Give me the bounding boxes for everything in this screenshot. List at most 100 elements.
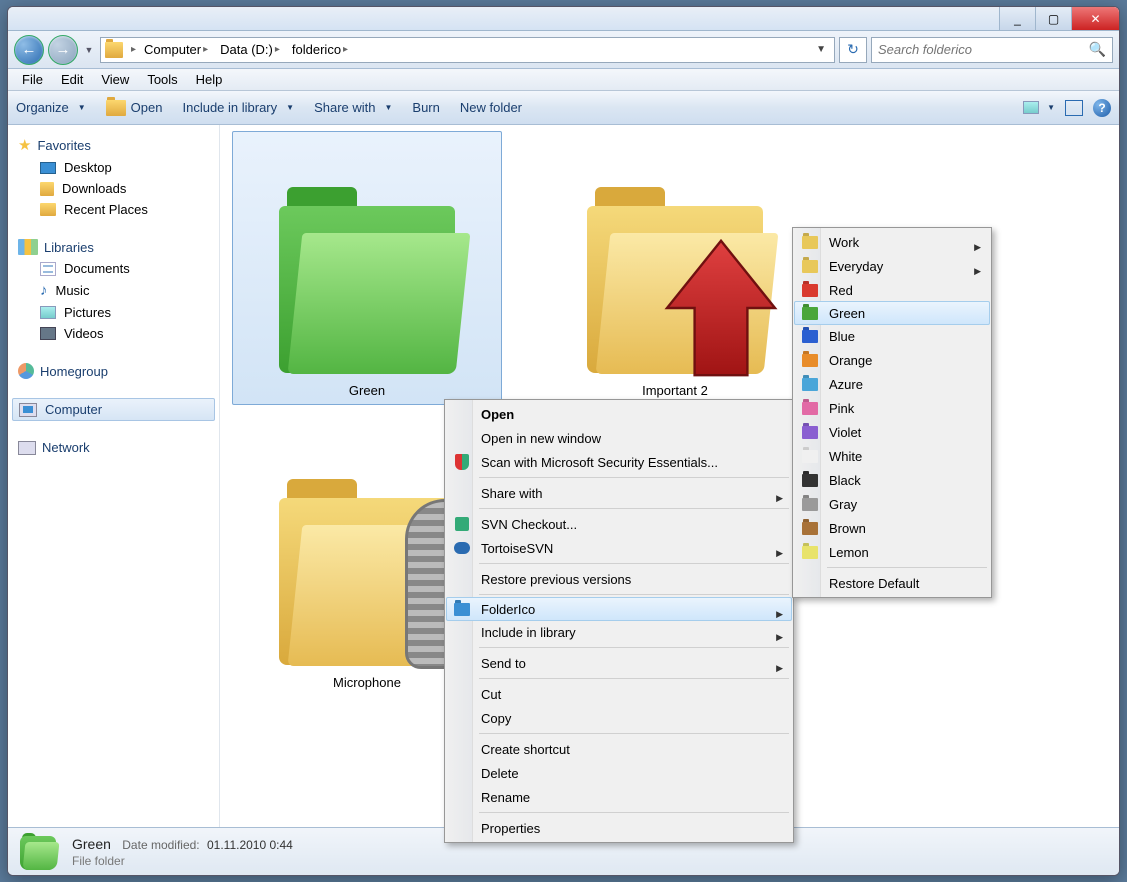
ctx-main-item-rename[interactable]: Rename [447, 785, 791, 809]
ctx-main-item-open-in-new-window[interactable]: Open in new window [447, 426, 791, 450]
ctx-color-item-gray[interactable]: Gray [795, 492, 989, 516]
open-button[interactable]: Open [106, 100, 163, 116]
sidebar-item-network[interactable]: Network [12, 437, 215, 458]
nav-history-dropdown[interactable]: ▼ [82, 45, 96, 55]
sidebar-item-recent-places[interactable]: Recent Places [12, 199, 215, 220]
status-item-name: Green [72, 836, 111, 852]
color-folder-icon [801, 471, 819, 489]
search-box[interactable]: 🔍 [871, 37, 1113, 63]
ctx-main-item-tortoisesvn[interactable]: TortoiseSVN [447, 536, 791, 560]
folder-icon [267, 187, 467, 377]
menu-bar: File Edit View Tools Help [8, 69, 1119, 91]
help-button[interactable]: ? [1093, 99, 1111, 117]
ctx-main-item-send-to[interactable]: Send to [447, 651, 791, 675]
ctx-main-item-cut[interactable]: Cut [447, 682, 791, 706]
folder-tile-important-2[interactable]: Important 2 [540, 131, 810, 405]
folderico-icon [453, 600, 471, 618]
ctx-color-item-brown[interactable]: Brown [795, 516, 989, 540]
ctx-main-item-scan-with-microsoft-security-essentials[interactable]: Scan with Microsoft Security Essentials.… [447, 450, 791, 474]
nav-back-button[interactable]: ← [14, 35, 44, 65]
ctx-main-item-include-in-library[interactable]: Include in library [447, 620, 791, 644]
ctx-color-item-restore-default[interactable]: Restore Default [795, 571, 989, 595]
organize-button[interactable]: Organize [16, 100, 86, 115]
sidebar-item-music[interactable]: ♪Music [12, 279, 215, 302]
menu-tools[interactable]: Tools [139, 70, 185, 89]
ctx-main-item-share-with[interactable]: Share with [447, 481, 791, 505]
view-mode-button[interactable]: ▼ [1023, 101, 1055, 114]
address-end: ▼ [812, 42, 830, 57]
preview-pane-button[interactable] [1065, 100, 1083, 116]
sidebar-favorites-header[interactable]: ★Favorites [12, 133, 215, 157]
sidebar-item-pictures[interactable]: Pictures [12, 302, 215, 323]
status-mod-value: 01.11.2010 0:44 [207, 838, 293, 852]
ctx-color-item-lemon[interactable]: Lemon [795, 540, 989, 564]
menu-view[interactable]: View [93, 70, 137, 89]
folder-tile-green[interactable]: Green [232, 131, 502, 405]
videos-icon [40, 327, 56, 340]
menu-edit[interactable]: Edit [53, 70, 91, 89]
search-input[interactable] [878, 42, 1089, 57]
libraries-icon [18, 239, 38, 255]
minimize-button[interactable]: _ [999, 7, 1035, 30]
breadcrumb-computer[interactable]: Computer▸ [140, 41, 212, 58]
ctx-main-item-create-shortcut[interactable]: Create shortcut [447, 737, 791, 761]
sidebar-item-documents[interactable]: Documents [12, 258, 215, 279]
new-folder-button[interactable]: New folder [460, 100, 522, 115]
ctx-color-item-azure[interactable]: Azure [795, 372, 989, 396]
ctx-color-item-violet[interactable]: Violet [795, 420, 989, 444]
ctx-main-item-copy[interactable]: Copy [447, 706, 791, 730]
maximize-button[interactable]: ▢ [1035, 7, 1071, 30]
ctx-color-item-white[interactable]: White [795, 444, 989, 468]
tortoise-icon [453, 539, 471, 557]
ctx-main-item-open[interactable]: Open [447, 402, 791, 426]
thumbnail-icon [1023, 101, 1039, 114]
ctx-color-item-work[interactable]: Work [795, 230, 989, 254]
desktop-icon [40, 162, 56, 174]
folder-label: Green [349, 383, 385, 398]
star-icon: ★ [18, 136, 31, 154]
ctx-color-item-pink[interactable]: Pink [795, 396, 989, 420]
sidebar-item-homegroup[interactable]: Homegroup [12, 360, 215, 382]
close-button[interactable]: ✕ [1071, 7, 1119, 30]
color-folder-icon [801, 375, 819, 393]
ctx-main-item-svn-checkout[interactable]: SVN Checkout... [447, 512, 791, 536]
sidebar-libraries-header[interactable]: Libraries [12, 236, 215, 258]
sidebar-item-videos[interactable]: Videos [12, 323, 215, 344]
ctx-color-item-green[interactable]: Green [794, 301, 990, 325]
network-icon [18, 441, 36, 455]
ctx-main-item-properties[interactable]: Properties [447, 816, 791, 840]
context-menu-main: OpenOpen in new windowScan with Microsof… [444, 399, 794, 843]
context-menu-folderico: WorkEverydayRedGreenBlueOrangeAzurePinkV… [792, 227, 992, 598]
share-with-button[interactable]: Share with [314, 100, 392, 115]
status-item-type: File folder [72, 854, 293, 868]
burn-button[interactable]: Burn [412, 100, 439, 115]
ctx-color-item-red[interactable]: Red [795, 278, 989, 302]
color-folder-icon [801, 233, 819, 251]
menu-file[interactable]: File [14, 70, 51, 89]
address-bar[interactable]: ▸ Computer▸ Data (D:)▸ folderico▸ ▼ [100, 37, 835, 63]
recent-places-icon [40, 203, 56, 216]
ctx-color-item-black[interactable]: Black [795, 468, 989, 492]
sidebar-item-downloads[interactable]: Downloads [12, 178, 215, 199]
ctx-color-item-orange[interactable]: Orange [795, 348, 989, 372]
ctx-color-item-everyday[interactable]: Everyday [795, 254, 989, 278]
sidebar-item-desktop[interactable]: Desktop [12, 157, 215, 178]
sidebar-item-computer[interactable]: Computer [12, 398, 215, 421]
nav-forward-button[interactable]: → [48, 35, 78, 65]
ctx-color-item-blue[interactable]: Blue [795, 324, 989, 348]
toolbar: Organize Open Include in library Share w… [8, 91, 1119, 125]
open-folder-icon [106, 100, 126, 116]
ctx-main-item-folderico[interactable]: FolderIco [446, 597, 792, 621]
menu-help[interactable]: Help [188, 70, 231, 89]
ctx-main-item-delete[interactable]: Delete [447, 761, 791, 785]
shield-icon [453, 453, 471, 471]
ctx-main-item-restore-previous-versions[interactable]: Restore previous versions [447, 567, 791, 591]
documents-icon [40, 262, 56, 276]
breadcrumb-data[interactable]: Data (D:)▸ [216, 41, 284, 58]
refresh-icon: ↻ [847, 41, 859, 58]
breadcrumb-folderico[interactable]: folderico▸ [288, 41, 352, 58]
color-folder-icon [801, 519, 819, 537]
include-library-button[interactable]: Include in library [182, 100, 294, 115]
address-dropdown[interactable]: ▼ [812, 42, 830, 57]
refresh-button[interactable]: ↻ [839, 37, 867, 63]
